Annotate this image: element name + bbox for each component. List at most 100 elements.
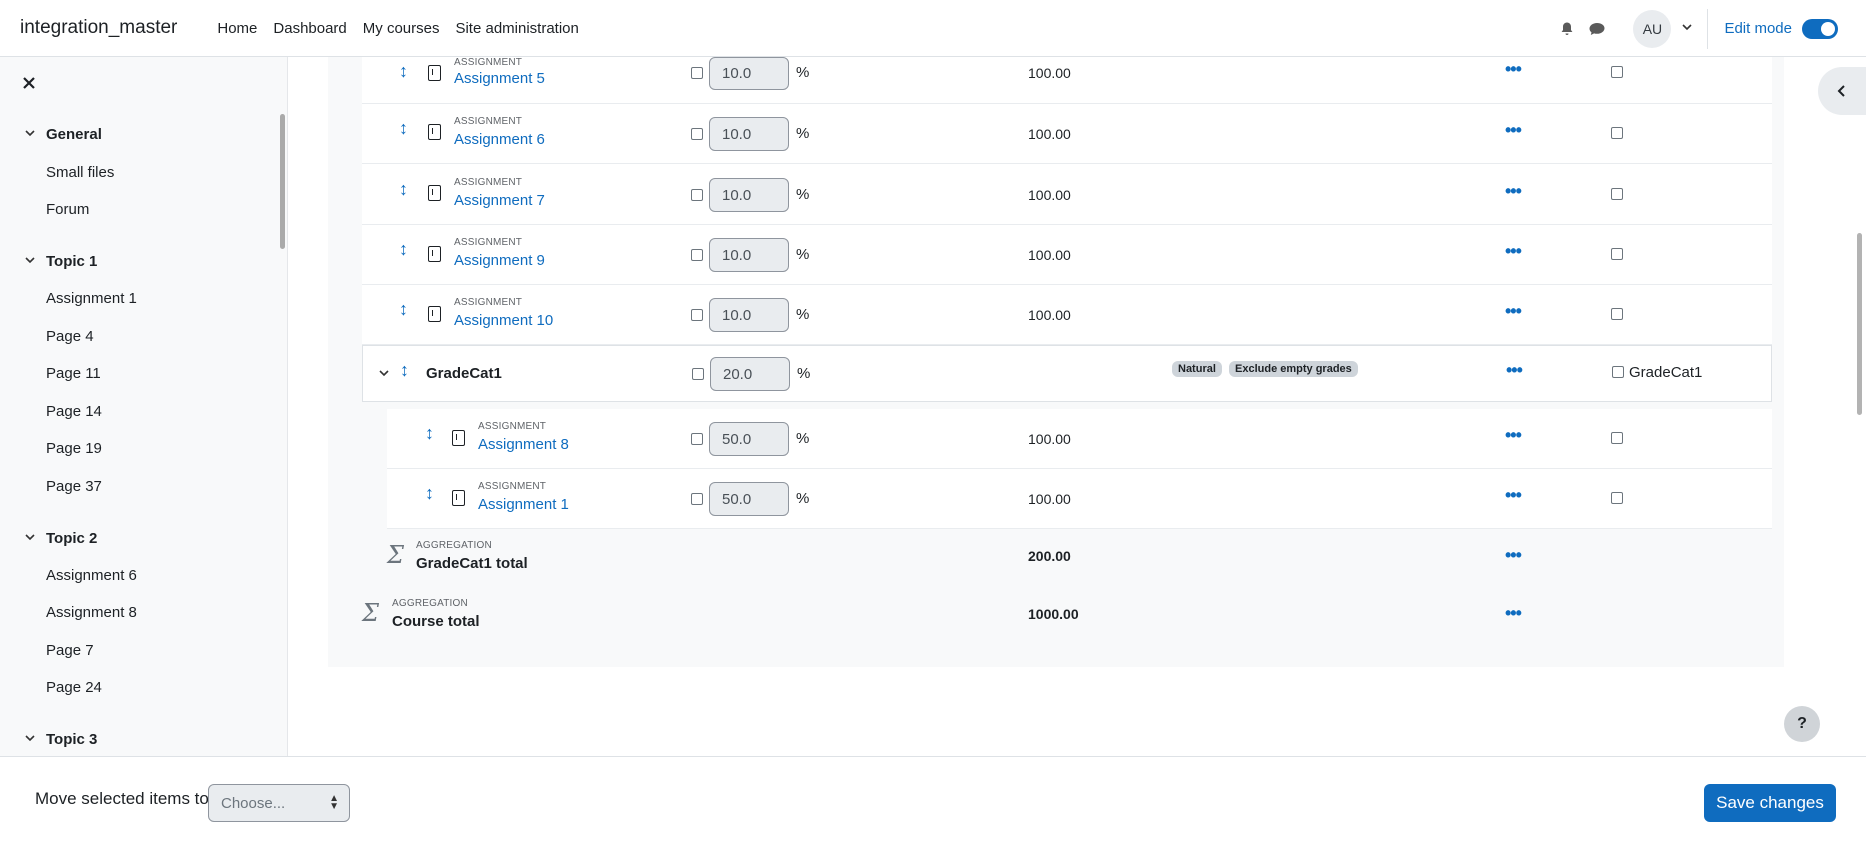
actions-menu-icon[interactable]: ••• <box>1505 603 1522 624</box>
user-avatar[interactable]: AU <box>1633 9 1672 48</box>
move-icon[interactable]: ↕ <box>425 423 434 444</box>
nav-home[interactable]: Home <box>209 20 265 37</box>
chevron-down-icon[interactable] <box>24 254 40 269</box>
drawer-item[interactable]: Page 37 <box>46 478 102 495</box>
top-navbar: integration_master Home Dashboard My cou… <box>0 0 1866 57</box>
primary-nav: Home Dashboard My courses Site administr… <box>209 20 587 37</box>
actions-menu-icon[interactable]: ••• <box>1505 301 1522 322</box>
section-topic-3[interactable]: Topic 3 <box>24 731 97 748</box>
actions-menu-icon[interactable]: ••• <box>1505 241 1522 262</box>
weight-input[interactable]: 10.0 <box>709 178 789 212</box>
percent-sign: % <box>796 306 810 323</box>
percent-sign: % <box>797 365 811 382</box>
actions-menu-icon[interactable]: ••• <box>1505 59 1522 80</box>
open-block-drawer-button[interactable] <box>1818 67 1866 115</box>
select-item-checkbox[interactable] <box>1611 492 1623 504</box>
nav-site-administration[interactable]: Site administration <box>447 20 586 37</box>
drawer-item[interactable]: Small files <box>46 164 114 181</box>
move-icon[interactable]: ↕ <box>425 483 434 504</box>
course-index-drawer: General Small files Forum Topic 1 Assign… <box>0 57 288 757</box>
move-icon[interactable]: ↕ <box>399 179 408 200</box>
weight-override-checkbox[interactable] <box>691 433 703 445</box>
move-icon[interactable]: ↕ <box>399 239 408 260</box>
weight-input[interactable]: 10.0 <box>709 238 789 272</box>
move-icon[interactable]: ↕ <box>399 118 408 139</box>
weight-override-checkbox[interactable] <box>691 309 703 321</box>
exclude-empty-badge: Exclude empty grades <box>1229 361 1358 377</box>
weight-input[interactable]: 10.0 <box>709 117 789 151</box>
drawer-item[interactable]: Assignment 1 <box>46 290 137 307</box>
actions-menu-icon[interactable]: ••• <box>1506 360 1523 381</box>
actions-menu-icon[interactable]: ••• <box>1505 425 1522 446</box>
section-general[interactable]: General <box>24 126 102 143</box>
percent-sign: % <box>796 430 810 447</box>
edit-mode-label[interactable]: Edit mode <box>1724 20 1792 37</box>
move-icon[interactable]: ↕ <box>400 360 409 381</box>
section-topic-1[interactable]: Topic 1 <box>24 253 97 270</box>
select-category-checkbox[interactable] <box>1612 366 1624 378</box>
max-grade: 200.00 <box>1028 548 1071 564</box>
drawer-scrollbar[interactable] <box>280 114 285 249</box>
chevron-down-icon[interactable] <box>1681 21 1693 36</box>
drawer-item[interactable]: Forum <box>46 201 89 218</box>
help-button[interactable]: ? <box>1784 706 1820 742</box>
drawer-item[interactable]: Page 7 <box>46 642 94 659</box>
item-name-link[interactable]: Assignment 7 <box>454 192 545 209</box>
chevron-down-icon[interactable] <box>24 732 40 747</box>
page-scrollbar[interactable] <box>1857 233 1862 415</box>
weight-override-checkbox[interactable] <box>691 249 703 261</box>
actions-menu-icon[interactable]: ••• <box>1505 120 1522 141</box>
actions-menu-icon[interactable]: ••• <box>1505 545 1522 566</box>
weight-input[interactable]: 20.0 <box>710 357 790 391</box>
item-name-link[interactable]: Assignment 9 <box>454 252 545 269</box>
weight-override-checkbox[interactable] <box>692 368 704 380</box>
weight-input[interactable]: 10.0 <box>709 57 789 90</box>
select-item-checkbox[interactable] <box>1611 66 1623 78</box>
bell-icon[interactable] <box>1555 17 1579 41</box>
move-icon[interactable]: ↕ <box>399 299 408 320</box>
item-name-link[interactable]: Assignment 10 <box>454 312 553 329</box>
item-name-link[interactable]: Assignment 1 <box>478 496 569 513</box>
item-name-link[interactable]: Assignment 8 <box>478 436 569 453</box>
drawer-item[interactable]: Page 24 <box>46 679 102 696</box>
drawer-item[interactable]: Page 19 <box>46 440 102 457</box>
chat-icon[interactable] <box>1585 17 1609 41</box>
select-item-checkbox[interactable] <box>1611 308 1623 320</box>
chevron-down-icon[interactable] <box>24 127 40 142</box>
weight-override-checkbox[interactable] <box>691 67 703 79</box>
nav-my-courses[interactable]: My courses <box>355 20 448 37</box>
select-item-checkbox[interactable] <box>1611 432 1623 444</box>
drawer-item[interactable]: Assignment 8 <box>46 604 137 621</box>
weight-input[interactable]: 50.0 <box>709 422 789 456</box>
drawer-item[interactable]: Page 14 <box>46 403 102 420</box>
site-name[interactable]: integration_master <box>20 17 177 39</box>
section-topic-2[interactable]: Topic 2 <box>24 530 97 547</box>
nav-dashboard[interactable]: Dashboard <box>265 20 354 37</box>
weight-input[interactable]: 10.0 <box>709 298 789 332</box>
save-changes-button[interactable]: Save changes <box>1704 784 1836 822</box>
actions-menu-icon[interactable]: ••• <box>1505 181 1522 202</box>
close-icon[interactable] <box>22 73 36 96</box>
move-icon[interactable]: ↕ <box>399 61 408 82</box>
select-item-checkbox[interactable] <box>1611 188 1623 200</box>
select-item-checkbox[interactable] <box>1611 248 1623 260</box>
item-type-label: AGGREGATION <box>392 598 468 609</box>
item-name-link[interactable]: Assignment 6 <box>454 131 545 148</box>
category-name[interactable]: GradeCat1 <box>426 365 502 382</box>
move-destination-select[interactable]: Choose... ▲ ▼ <box>208 784 350 822</box>
drawer-item[interactable]: Assignment 6 <box>46 567 137 584</box>
weight-override-checkbox[interactable] <box>691 128 703 140</box>
weight-input[interactable]: 50.0 <box>709 482 789 516</box>
drawer-item[interactable]: Page 11 <box>46 365 101 382</box>
edit-mode-toggle[interactable] <box>1802 18 1838 39</box>
drawer-item[interactable]: Page 4 <box>46 328 94 345</box>
select-item-checkbox[interactable] <box>1611 127 1623 139</box>
percent-sign: % <box>796 490 810 507</box>
item-name-link[interactable]: Assignment 5 <box>454 70 545 87</box>
chevron-down-icon[interactable] <box>378 366 390 384</box>
navbar-right: AU Edit mode <box>1555 0 1866 57</box>
actions-menu-icon[interactable]: ••• <box>1505 485 1522 506</box>
weight-override-checkbox[interactable] <box>691 189 703 201</box>
chevron-down-icon[interactable] <box>24 531 40 546</box>
weight-override-checkbox[interactable] <box>691 493 703 505</box>
